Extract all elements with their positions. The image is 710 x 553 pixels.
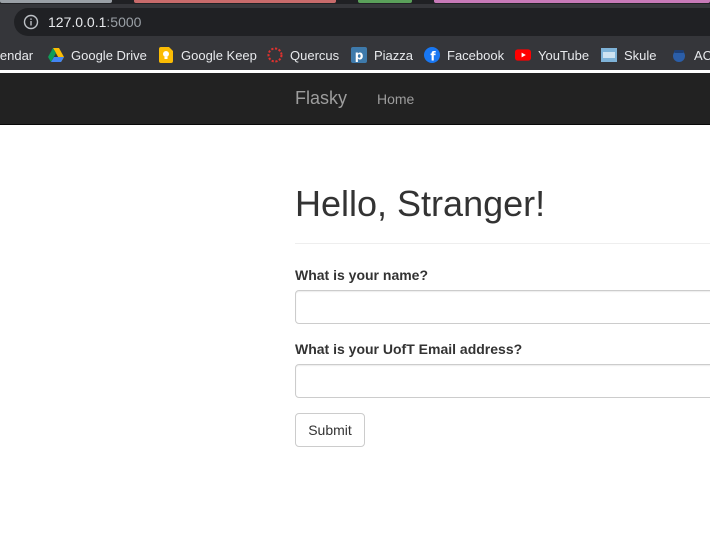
bookmark-label: Facebook xyxy=(447,47,505,63)
address-bar: 127.0.0.1:5000 xyxy=(0,4,710,40)
bookmark-skule[interactable]: Skule xyxy=(601,40,657,70)
url-text[interactable]: 127.0.0.1:5000 xyxy=(48,14,141,30)
facebook-icon: f xyxy=(424,47,440,63)
bookmark-label: Skule xyxy=(624,47,657,63)
acorn-icon xyxy=(671,47,687,63)
page-title: Hello, Stranger! xyxy=(295,183,546,224)
bookmark-label: Google Keep xyxy=(181,47,257,63)
email-input[interactable] xyxy=(295,364,710,398)
bookmark-youtube[interactable]: YouTube xyxy=(515,40,589,70)
bookmark-acorn[interactable]: AC xyxy=(671,40,710,70)
bookmark-google-keep[interactable]: Google Keep xyxy=(158,40,257,70)
tab-indicator[interactable] xyxy=(134,0,336,3)
submit-button[interactable]: Submit xyxy=(295,413,365,447)
tab-indicator[interactable] xyxy=(0,0,112,3)
url-port: :5000 xyxy=(106,14,142,30)
bookmark-label: AC xyxy=(694,47,710,63)
skule-icon xyxy=(601,47,617,63)
svg-text:p: p xyxy=(355,49,364,63)
bookmark-piazza[interactable]: p Piazza xyxy=(351,40,413,70)
quercus-icon xyxy=(267,47,283,63)
brand-link[interactable]: Flasky xyxy=(295,88,347,109)
youtube-icon xyxy=(515,47,531,63)
nav-home-link[interactable]: Home xyxy=(377,91,414,107)
bookmark-quercus[interactable]: Quercus xyxy=(267,40,339,70)
bookmark-calendar[interactable]: lendar xyxy=(0,40,33,70)
url-host: 127.0.0.1 xyxy=(48,14,107,30)
piazza-icon: p xyxy=(351,47,367,63)
name-label: What is your name? xyxy=(295,267,429,283)
svg-text:f: f xyxy=(430,50,436,64)
bookmark-label: Quercus xyxy=(290,47,340,63)
email-label: What is your UofT Email address? xyxy=(295,341,523,357)
info-icon[interactable] xyxy=(23,14,39,30)
bookmark-google-drive[interactable]: Google Drive xyxy=(48,40,147,70)
name-input[interactable] xyxy=(295,290,710,324)
google-keep-icon xyxy=(158,47,174,63)
omnibox[interactable]: 127.0.0.1:5000 xyxy=(14,8,710,36)
navbar: Flasky Home xyxy=(0,73,710,125)
page-header: Hello, Stranger! xyxy=(295,184,710,244)
bookmark-label: lendar xyxy=(0,47,34,63)
bookmark-facebook[interactable]: f Facebook xyxy=(424,40,504,70)
bookmarks-bar: lendar Google Drive Google Keep Quercus … xyxy=(0,40,710,70)
tab-indicator[interactable] xyxy=(358,0,412,3)
bookmark-label: Piazza xyxy=(374,47,414,63)
bookmark-label: YouTube xyxy=(538,47,590,63)
google-drive-icon xyxy=(48,47,64,63)
bookmark-label: Google Drive xyxy=(71,47,147,63)
tab-indicator[interactable] xyxy=(434,0,710,3)
